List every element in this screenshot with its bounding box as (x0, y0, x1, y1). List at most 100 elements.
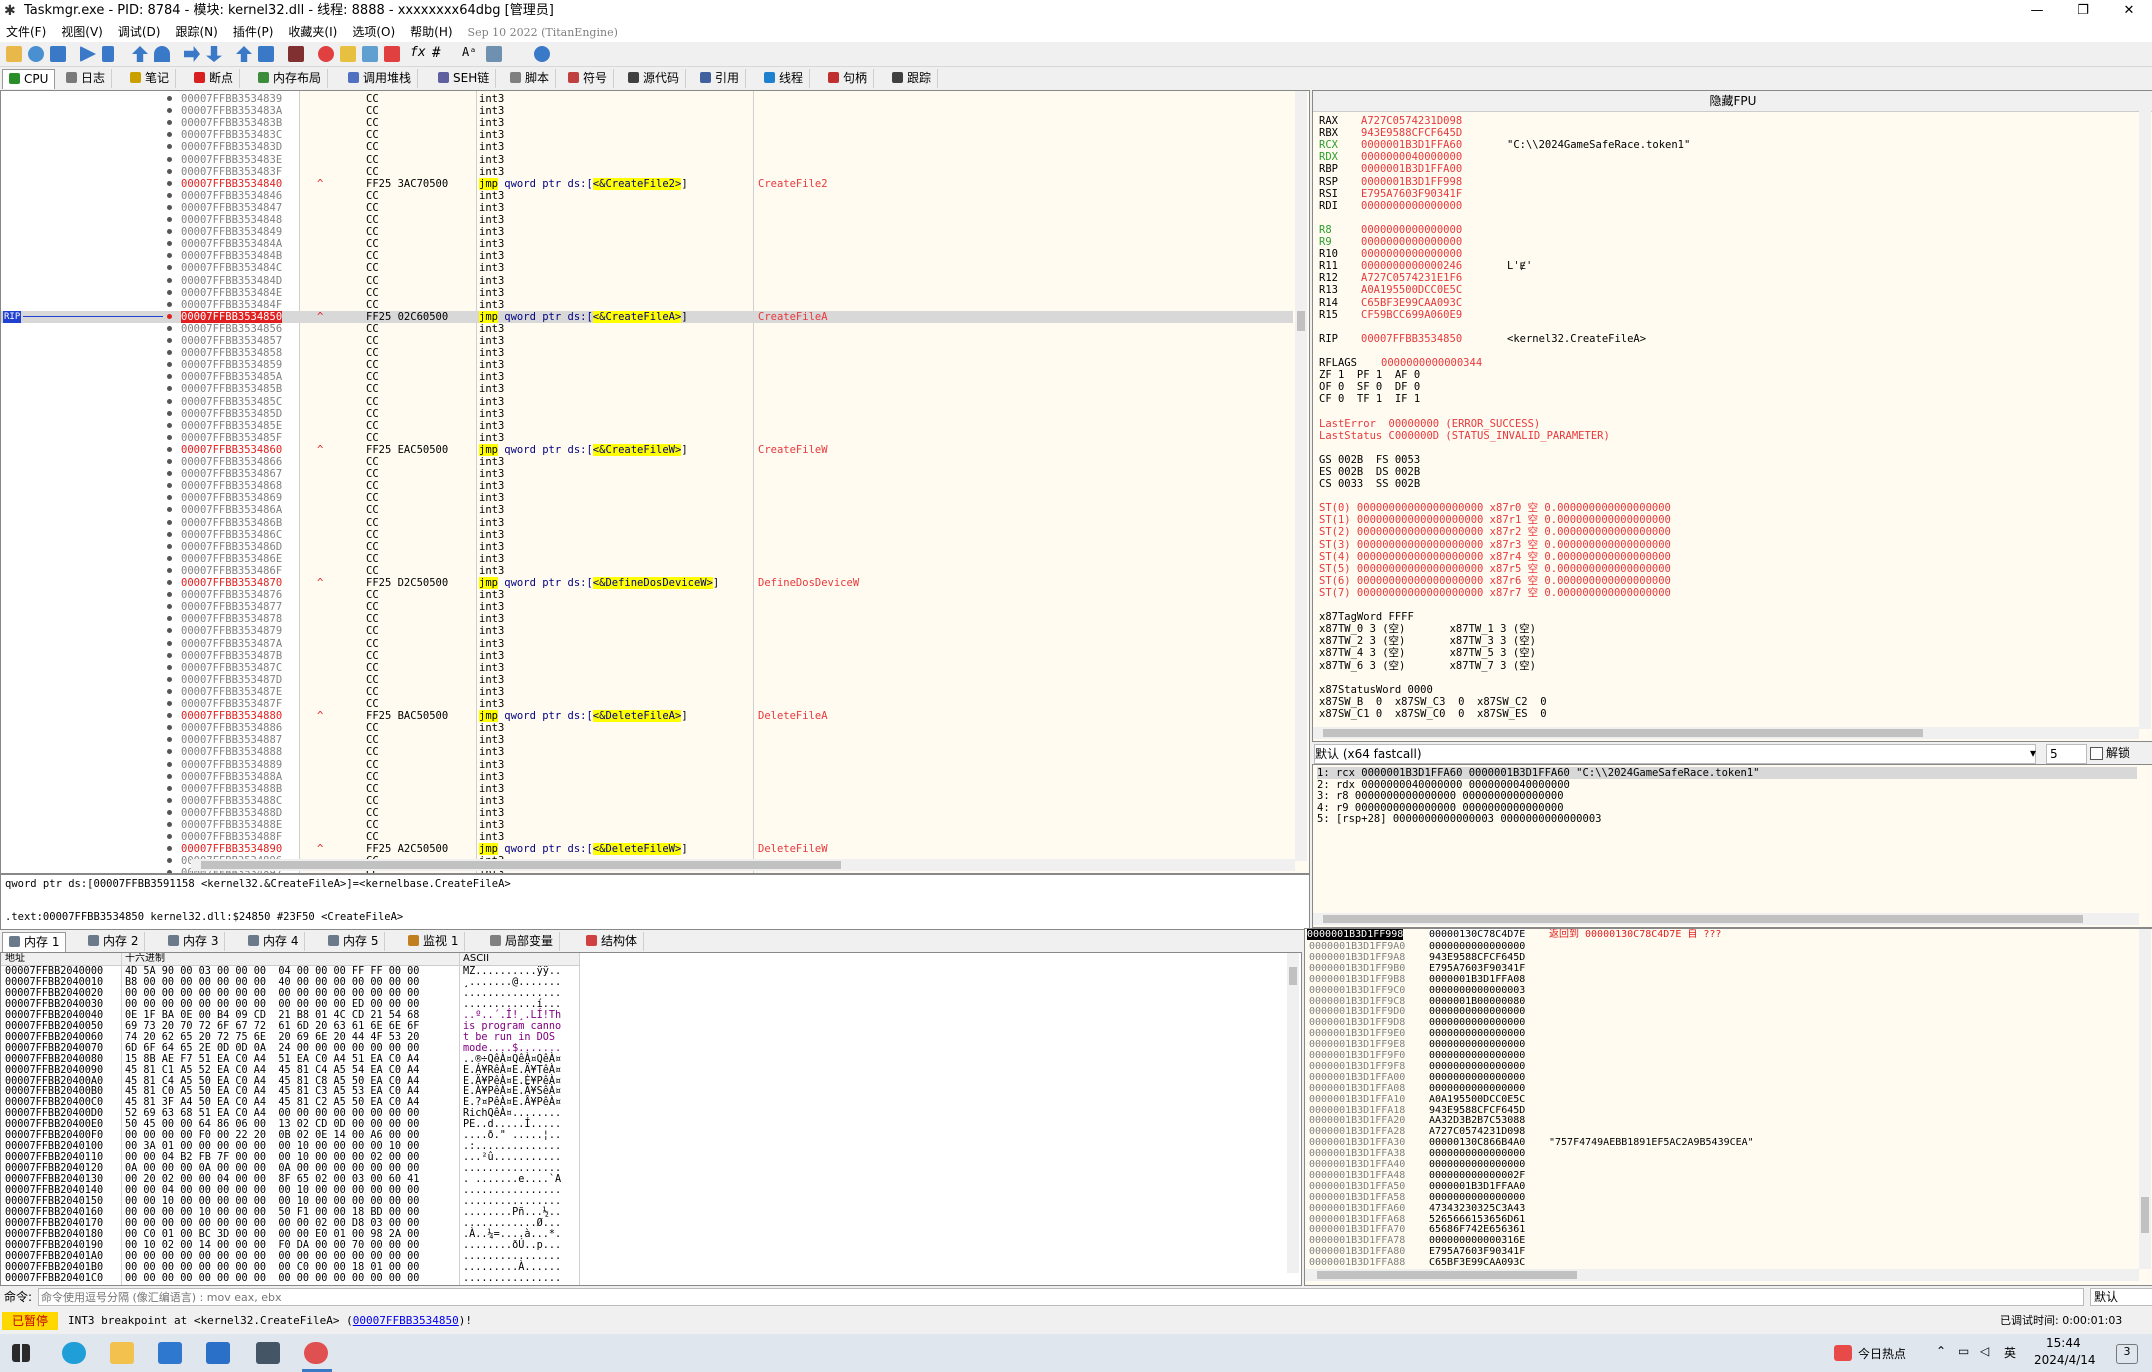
app-window-icon[interactable] (256, 1342, 280, 1364)
scylla-icon[interactable] (288, 46, 304, 62)
disasm-row[interactable]: 00007FFBB353486E CC int3 (1, 553, 1293, 565)
stack-row[interactable]: 0000001B3D1FFA80 E795A7603F90341F (1305, 1246, 2139, 1257)
dump-row[interactable]: 00007FFBB2040010 B8 00 00 00 00 00 00 00 … (1, 977, 579, 989)
dump-row[interactable]: 00007FFBB2040120 0A 00 00 00 0A 00 00 00 … (1, 1163, 579, 1175)
disasm-row[interactable]: 00007FFBB3534867 CC int3 (1, 468, 1293, 480)
restart-icon[interactable] (28, 46, 44, 62)
dump-row[interactable]: 00007FFBB2040030 00 00 00 00 00 00 00 00 … (1, 999, 579, 1011)
disasm-row[interactable]: 00007FFBB353487C CC int3 (1, 662, 1293, 674)
open-icon[interactable] (6, 46, 22, 62)
breakpoint-dot[interactable] (167, 483, 172, 489)
disasm-row[interactable]: 00007FFBB3534848 CC int3 (1, 214, 1293, 226)
breakpoint-dot[interactable] (167, 495, 172, 501)
stack-row[interactable]: 0000001B3D1FFA58 0000000000000000 (1305, 1192, 2139, 1203)
breakpoint-dot[interactable] (167, 120, 172, 126)
disassembly-hscrollbar[interactable] (191, 859, 1295, 871)
font-icon[interactable]: Aᵃ (462, 45, 476, 59)
disasm-row[interactable]: 00007FFBB353485F CC int3 (1, 432, 1293, 444)
disasm-row[interactable]: 00007FFBB3534888 CC int3 (1, 746, 1293, 758)
command-input[interactable] (38, 1288, 2084, 1306)
breakpoint-dot[interactable] (167, 676, 172, 682)
disassembly-view[interactable]: 00007FFBB3534839 CC int3 00007FFBB353483A CC… (0, 90, 1310, 874)
chevron-down-icon[interactable]: ▾ (2030, 742, 2036, 764)
stack-row[interactable]: 0000001B3D1FF9A8 943E9588CFCF645D (1305, 952, 2139, 963)
breakpoint-dot[interactable] (167, 664, 172, 670)
breakpoint-dot[interactable] (167, 531, 172, 537)
dump-row[interactable]: 00007FFBB2040000 4D 5A 90 00 03 00 00 00 … (1, 966, 579, 978)
tab-trace[interactable]: 跟踪 (886, 69, 939, 88)
breakpoint-dot[interactable] (167, 96, 172, 101)
segment-row[interactable]: ES 002B DS 002B (1319, 466, 1420, 478)
stack-row[interactable]: 0000001B3D1FF9C8 0000001B00000080 (1305, 996, 2139, 1007)
disasm-row[interactable]: 00007FFBB353483F CC int3 (1, 166, 1293, 178)
disasm-row[interactable]: 00007FFBB353486C CC int3 (1, 529, 1293, 541)
breakpoint-dot[interactable] (167, 410, 172, 416)
menu-view[interactable]: 视图(V) (61, 25, 103, 39)
stack-row[interactable]: 0000001B3D1FFA10 A0A195500DCC0E5C (1305, 1094, 2139, 1105)
register-row[interactable]: R12 A727C0574231E1F6 (1319, 272, 1507, 284)
disasm-row[interactable]: 00007FFBB353484E CC int3 (1, 287, 1293, 299)
disasm-row[interactable]: 00007FFBB353483E CC int3 (1, 154, 1293, 166)
breakpoint-dot[interactable] (167, 217, 172, 222)
stop-icon[interactable] (50, 46, 66, 62)
unlock-checkbox[interactable] (2090, 747, 2103, 760)
stack-row[interactable]: 0000001B3D1FF9C0 0000000000000003 (1305, 985, 2139, 996)
breakpoint-dot[interactable] (167, 132, 172, 138)
disasm-row[interactable]: 00007FFBB353485D CC int3 (1, 408, 1293, 420)
disasm-row[interactable]: 00007FFBB353487E CC int3 (1, 686, 1293, 698)
x87-tag-row[interactable]: x87TW_2 3 (空) x87TW_3 3 (空) (1319, 635, 1536, 647)
stack-row[interactable]: 0000001B3D1FF9B8 0000001B3D1FFA08 (1305, 974, 2139, 985)
breakpoint-dot[interactable] (167, 301, 172, 307)
dump-tab-6[interactable]: 局部变量 (484, 932, 561, 951)
disasm-row[interactable]: 00007FFBB353483B CC int3 (1, 117, 1293, 129)
run-icon[interactable] (80, 46, 96, 62)
stack-row[interactable]: 0000001B3D1FFA88 C65BF3E99CAA093C (1305, 1257, 2139, 1268)
disasm-row[interactable]: 00007FFBB353483C CC int3 (1, 129, 1293, 141)
trace-into-icon[interactable] (184, 46, 200, 62)
stack-row[interactable]: 0000001B3D1FFA40 0000000000000000 (1305, 1159, 2139, 1170)
breakpoint-dot[interactable] (167, 192, 172, 198)
breakpoint-dot[interactable] (167, 398, 172, 404)
disasm-row[interactable]: 00007FFBB353485C CC int3 (1, 396, 1293, 408)
dump-row[interactable]: 00007FFBB2040070 6D 6F 64 65 2E 0D 0D 0A … (1, 1043, 579, 1055)
arguments-hscrollbar[interactable] (1313, 913, 2139, 925)
register-row[interactable]: R15 CF59BCC699A060E9 (1319, 309, 1507, 321)
breakpoint-dot[interactable] (167, 374, 172, 380)
tab-notes[interactable]: 笔记 (124, 69, 177, 88)
disasm-row[interactable]: 00007FFBB3534878 CC int3 (1, 613, 1293, 625)
stack-row[interactable]: 0000001B3D1FFA28 A727C0574231D098 (1305, 1126, 2139, 1137)
disasm-row[interactable]: 00007FFBB3534880 ^ FF25 BAC50500 jmp qword … (1, 710, 1293, 723)
edge-icon[interactable] (62, 1342, 86, 1364)
dump-scrollbar[interactable] (1287, 953, 1299, 1273)
breakpoint-dot[interactable] (167, 108, 172, 114)
stack-scrollbar[interactable] (2139, 929, 2151, 1269)
dump-row[interactable]: 00007FFBB20401A0 00 00 00 00 00 00 00 00 … (1, 1251, 579, 1263)
breakpoint-dot[interactable] (167, 713, 172, 719)
menu-help[interactable]: 帮助(H) (410, 25, 452, 39)
disasm-row[interactable]: 00007FFBB3534876 CC int3 (1, 589, 1293, 601)
stack-row[interactable]: 0000001B3D1FF9F8 0000000000000000 (1305, 1061, 2139, 1072)
breakpoint-dot[interactable] (167, 773, 172, 779)
breakpoint-dot[interactable] (167, 652, 172, 658)
breakpoint-dot[interactable] (167, 422, 172, 428)
fpu-st-row[interactable]: ST(6) 00000000000000000000 x87r6 空 0.000… (1319, 575, 1671, 587)
breakpoint-dot[interactable] (167, 289, 172, 295)
input-language[interactable]: 英 (2004, 1344, 2016, 1361)
x87-tag-row[interactable]: x87TW_6 3 (空) x87TW_7 3 (空) (1319, 660, 1536, 672)
disasm-row[interactable]: 00007FFBB353487B CC int3 (1, 650, 1293, 662)
disassembly-scrollbar[interactable] (1295, 91, 1307, 861)
fpu-st-row[interactable]: ST(4) 00000000000000000000 x87r4 空 0.000… (1319, 551, 1671, 563)
stack-row[interactable]: 0000001B3D1FF9F0 0000000000000000 (1305, 1050, 2139, 1061)
disasm-row[interactable]: 00007FFBB3534869 CC int3 (1, 492, 1293, 504)
disasm-row[interactable]: 00007FFBB3534886 CC int3 (1, 722, 1293, 734)
breakpoint-dot[interactable] (167, 338, 172, 343)
dump-row[interactable]: 00007FFBB2040130 00 20 02 00 00 04 00 00 … (1, 1174, 579, 1186)
disasm-row[interactable]: 00007FFBB353484F CC int3 (1, 299, 1293, 311)
x87-tag-row[interactable]: x87TW_0 3 (空) x87TW_1 3 (空) (1319, 623, 1536, 635)
disasm-row[interactable]: 00007FFBB3534887 CC int3 (1, 734, 1293, 746)
dump-header-ascii[interactable]: ASCII (463, 953, 489, 965)
breakpoint-dot[interactable] (167, 253, 172, 259)
disasm-row[interactable]: 00007FFBB3534877 CC int3 (1, 601, 1293, 613)
tab-breakpoint[interactable]: 断点 (188, 69, 241, 88)
breakpoint-dot[interactable] (167, 325, 172, 331)
